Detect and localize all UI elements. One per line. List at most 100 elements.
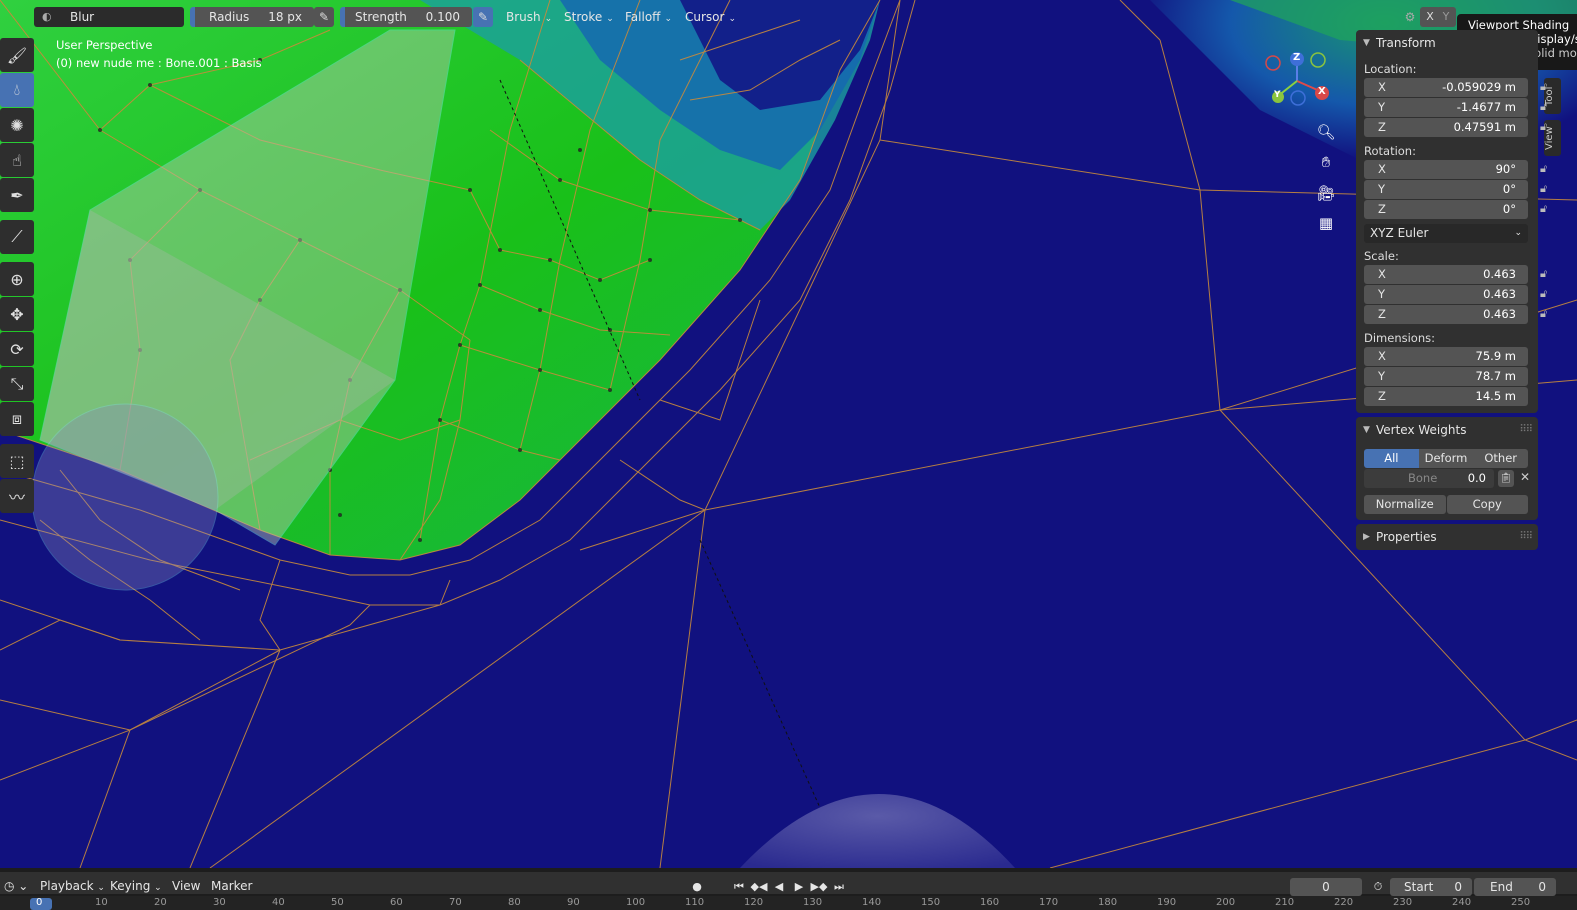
rotation-mode-select[interactable]: XYZ Euler ⌄: [1364, 224, 1528, 243]
mirror-options-button[interactable]: ⚙︎: [1400, 7, 1420, 27]
select-box-button[interactable]: ⬚: [0, 444, 34, 478]
average-tool-button[interactable]: ✺: [0, 108, 34, 142]
radius-field[interactable]: Radius 18 px: [190, 7, 314, 27]
ortho-toggle-button[interactable]: ▦: [1312, 209, 1340, 237]
chevron-down-icon: ⌄: [664, 14, 672, 24]
play-button[interactable]: ▶: [790, 878, 808, 896]
tool-shelf: 🖌︎ 💧︎ ✺ ☝︎ ✒︎ ⟋ ⊕ ✥ ⟳ ⤡ ⧈ ⬚ 〰: [0, 37, 38, 514]
brush-selector[interactable]: ◐ Blur: [34, 7, 184, 27]
rotation-z-field[interactable]: Z 0°: [1364, 200, 1528, 219]
lock-icon[interactable]: 🔓︎: [1540, 307, 1552, 321]
lock-icon[interactable]: 🔓︎: [1540, 120, 1552, 134]
scale-x-field[interactable]: X 0.463: [1364, 265, 1528, 284]
brush-menu-label: Brush: [506, 10, 541, 24]
ruler-tick: 210: [1275, 897, 1295, 908]
frame-ruler[interactable]: 0 10 20 30 40 50 60 70 80 90 100 110 120 130 140 150 160…: [0, 896, 1577, 910]
location-x-field[interactable]: X -0.059029 m: [1364, 78, 1528, 97]
drag-handle-icon[interactable]: ⠿⠿: [1519, 417, 1533, 443]
transform-tool-button[interactable]: ⧈: [0, 402, 34, 436]
lock-icon[interactable]: 🔓︎: [1540, 202, 1552, 216]
current-frame-field[interactable]: 0: [1290, 878, 1362, 896]
location-y-field[interactable]: Y -1.4677 m: [1364, 98, 1528, 117]
scale-y-field[interactable]: Y 0.463: [1364, 285, 1528, 304]
jump-start-button[interactable]: ⏮: [730, 878, 748, 896]
zoom-button[interactable]: 🔍︎: [1312, 118, 1340, 146]
annotate-tool-button[interactable]: 〰: [0, 479, 34, 513]
move-tool-button[interactable]: ✥: [0, 297, 34, 331]
editor-type-button[interactable]: ◷ ⌄: [4, 877, 28, 895]
use-preview-range-toggle[interactable]: ⏱: [1369, 878, 1387, 896]
lock-icon[interactable]: 🔓︎: [1540, 100, 1552, 114]
properties-panel-header[interactable]: ▶ Properties ⠿⠿: [1356, 524, 1538, 550]
bone-weight-field[interactable]: Bone 0.0: [1364, 469, 1494, 488]
gizmo-x-label: X: [1318, 86, 1326, 97]
gradient-tool-button[interactable]: ⟋: [0, 220, 34, 254]
dimension-z-field[interactable]: Z 14.5 m: [1364, 387, 1528, 406]
filter-other-button[interactable]: Other: [1473, 449, 1529, 468]
field-value: 90°: [1495, 162, 1516, 176]
paste-weight-icon[interactable]: 📋︎: [1498, 470, 1514, 487]
vertex-weights-panel-header[interactable]: ▼ Vertex Weights ⠿⠿: [1356, 417, 1538, 443]
stopwatch-icon: ⏱: [1373, 880, 1383, 893]
ruler-tick: 250: [1511, 897, 1531, 908]
drag-handle-icon[interactable]: ⠿⠿: [1519, 524, 1533, 550]
cursor-menu[interactable]: Cursor ⌄: [679, 7, 742, 27]
copy-button[interactable]: Copy: [1446, 495, 1528, 514]
ruler-tick: 30: [213, 897, 226, 908]
transform-panel-header[interactable]: ▼ Transform: [1356, 30, 1538, 56]
smear-tool-button[interactable]: ☝︎: [0, 143, 34, 177]
auto-keying-toggle[interactable]: ●: [688, 878, 706, 896]
lock-icon[interactable]: 🔓︎: [1540, 162, 1552, 176]
start-frame-field[interactable]: Start 0: [1390, 878, 1472, 896]
lock-icon[interactable]: 🔓︎: [1540, 80, 1552, 94]
camera-view-button[interactable]: 🎥︎: [1312, 179, 1340, 207]
lock-icon[interactable]: 🔓︎: [1540, 267, 1552, 281]
stroke-menu[interactable]: Stroke ⌄: [558, 7, 620, 27]
falloff-menu[interactable]: Falloff ⌄: [619, 7, 678, 27]
timeline-editor: ◷ ⌄ Playback ⌄ Keying ⌄ View Marker ● ⏮ …: [0, 868, 1577, 910]
cursor-tool-button[interactable]: ⊕: [0, 262, 34, 296]
blur-tool-button[interactable]: 💧︎: [0, 73, 34, 107]
navigation-gizmo[interactable]: Z X Y: [1262, 46, 1332, 116]
brush-menu[interactable]: Brush ⌄: [500, 7, 558, 27]
keying-menu-label: Keying: [110, 879, 151, 893]
dimension-y-field[interactable]: Y 78.7 m: [1364, 367, 1528, 386]
mirror-y-toggle[interactable]: Y: [1436, 7, 1456, 27]
rotation-x-field[interactable]: X 90°: [1364, 160, 1528, 179]
rotation-y-field[interactable]: Y 0°: [1364, 180, 1528, 199]
sample-weight-button[interactable]: ✒︎: [0, 178, 34, 212]
filter-deform-button[interactable]: Deform: [1418, 449, 1474, 468]
playback-menu[interactable]: Playback ⌄: [40, 877, 105, 895]
prev-keyframe-button[interactable]: ◆◀: [750, 878, 768, 896]
3d-viewport[interactable]: User Perspective (0) new nude me : Bone.…: [0, 0, 1577, 868]
scale-label: Scale:: [1364, 249, 1399, 263]
ruler-tick: 200: [1216, 897, 1236, 908]
rotate-tool-button[interactable]: ⟳: [0, 332, 34, 366]
ruler-tick: 170: [1039, 897, 1059, 908]
scale-tool-button[interactable]: ⤡: [0, 367, 34, 401]
lock-icon[interactable]: 🔓︎: [1540, 287, 1552, 301]
jump-end-button[interactable]: ⏭: [830, 878, 848, 896]
location-z-field[interactable]: Z 0.47591 m: [1364, 118, 1528, 137]
strength-pressure-button[interactable]: ✎: [473, 7, 493, 27]
lock-icon[interactable]: 🔓︎: [1540, 182, 1552, 196]
play-reverse-button[interactable]: ◀: [770, 878, 788, 896]
scale-z-field[interactable]: Z 0.463: [1364, 305, 1528, 324]
dimension-x-field[interactable]: X 75.9 m: [1364, 347, 1528, 366]
current-frame-value: 0: [1322, 880, 1330, 894]
end-frame-field[interactable]: End 0: [1474, 878, 1556, 896]
filter-all-button[interactable]: All: [1364, 449, 1419, 468]
draw-tool-button[interactable]: 🖌︎: [0, 38, 34, 72]
transform-tool-icon: ⧈: [11, 409, 23, 428]
keying-menu[interactable]: Keying ⌄: [110, 877, 162, 895]
view-menu[interactable]: View: [172, 877, 200, 895]
normalize-button[interactable]: Normalize: [1364, 495, 1446, 514]
delete-weight-icon[interactable]: ✕: [1520, 470, 1530, 484]
radius-label: Radius: [209, 10, 250, 24]
chevron-down-icon: ⌄: [97, 883, 105, 893]
strength-field[interactable]: Strength 0.100: [340, 7, 472, 27]
pan-button[interactable]: ✋︎: [1312, 148, 1340, 176]
next-keyframe-button[interactable]: ▶◆: [810, 878, 828, 896]
marker-menu[interactable]: Marker: [211, 877, 252, 895]
radius-pressure-button[interactable]: ✎: [314, 7, 334, 27]
